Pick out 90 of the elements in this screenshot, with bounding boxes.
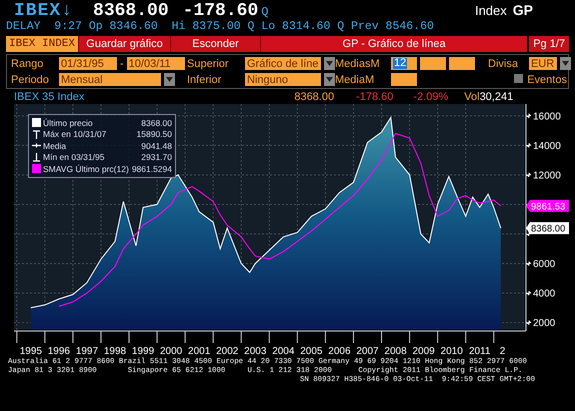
y-tick-label: 16000 xyxy=(533,111,562,122)
x-axis-label: 2001 xyxy=(188,346,210,356)
period-field[interactable]: Mensual xyxy=(59,73,161,86)
y-tick-label: 4000 xyxy=(533,288,556,300)
x-axis-label: 2010 xyxy=(440,346,463,356)
x-axis-label: 2005 xyxy=(300,346,322,356)
change-percent: -2.09% xyxy=(413,91,448,104)
page-button[interactable]: Pg 1/7 xyxy=(527,36,569,52)
x-axis-label: 2007 xyxy=(356,346,379,356)
average-field[interactable] xyxy=(391,73,417,86)
legend-value: 9861.5294 xyxy=(132,164,172,174)
field-label: Superior xyxy=(187,58,230,70)
average-field[interactable] xyxy=(420,57,446,70)
y-axis-label: 4000 xyxy=(526,288,556,300)
x-axis-label: 1999 xyxy=(132,346,154,356)
min-marker-icon xyxy=(32,152,41,162)
price-change: -178.60 xyxy=(182,1,258,21)
volume-value: 30,241 xyxy=(480,91,514,104)
dropdown-button[interactable] xyxy=(324,57,335,70)
direction-arrow: ↓ xyxy=(61,1,74,21)
max-marker-icon xyxy=(32,130,41,139)
caret-icon xyxy=(166,77,173,82)
value-tag: 9861.53 xyxy=(526,200,569,212)
field-label: Inferior xyxy=(187,74,222,86)
x-axis-label: 2003 xyxy=(244,346,266,356)
field-label: Divisa xyxy=(488,58,518,70)
toolbar-button[interactable]: Guardar gráfico xyxy=(78,36,170,52)
x-axis-label: 2004 xyxy=(272,346,294,356)
caret-icon xyxy=(562,61,569,66)
index-name: IBEX 35 Index xyxy=(14,91,84,104)
x-axis-label: 2008 xyxy=(384,346,407,356)
volume-label: Vol xyxy=(464,91,480,104)
toolbar-button[interactable]: Esconder xyxy=(170,36,260,52)
range-separator: - xyxy=(120,58,124,70)
x-axis-label: 2002 xyxy=(216,346,238,356)
legend-value: 2931.70 xyxy=(141,152,172,162)
field-label: Periodo xyxy=(11,74,50,86)
y-axis-label: 6000 xyxy=(526,259,556,270)
y-axis-label: 14000 xyxy=(526,140,561,152)
y-axis-label: 12000 xyxy=(526,170,561,182)
legend-label: SMAVG Último prc(12) xyxy=(43,164,129,174)
dropdown-button[interactable] xyxy=(164,73,175,86)
y-tick-label: 12000 xyxy=(533,170,562,182)
value-tag: 8368.00 xyxy=(526,222,569,235)
events-checkbox[interactable]: Eventos xyxy=(514,74,567,86)
chart-type-field[interactable]: Gráfico de líne xyxy=(245,57,321,70)
legend-label: Mín en 03/31/95 xyxy=(43,152,104,162)
x-axis-label: 2006 xyxy=(328,346,351,356)
x-axis-label: 2011 xyxy=(468,346,490,356)
y-axis-label: 2000 xyxy=(526,318,556,330)
last-value: 8368.00 xyxy=(294,91,334,104)
ticker-symbol: IBEX xyxy=(14,1,62,21)
field-label: MediasM xyxy=(335,58,381,70)
y-tick-label: 2000 xyxy=(533,318,556,330)
average-field[interactable] xyxy=(449,57,475,70)
average-field[interactable]: 12 xyxy=(391,57,417,70)
legend-label: Último precio xyxy=(43,118,93,128)
change-value: -178.60 xyxy=(356,91,394,104)
security-type: Index xyxy=(474,3,507,18)
x-axis-label: 2 xyxy=(500,346,506,356)
legend-label: Máx en 10/31/07 xyxy=(43,129,106,140)
last-price: 8368.00 xyxy=(93,1,169,21)
x-axis-label: 1995 xyxy=(20,346,42,356)
mean-marker-icon xyxy=(32,141,41,150)
date-field[interactable]: 10/03/11 xyxy=(126,57,185,70)
caret-icon xyxy=(326,77,333,82)
quote-details: DELAY 9:27 Op 8346.60 Hi 8375.00 Q Lo 8314.60 Q Prev 8546.60 xyxy=(5,20,435,35)
field-label: MediaM xyxy=(335,74,376,86)
legend-label: Media xyxy=(43,140,66,151)
lower-chart-field[interactable]: Ninguno xyxy=(245,73,321,86)
legend-value: 8368.00 xyxy=(141,118,172,128)
x-axis-label: 2000 xyxy=(160,346,182,356)
y-tick-label: 6000 xyxy=(533,259,556,270)
y-axis-label: 16000 xyxy=(526,111,561,122)
function-code: GP xyxy=(512,2,533,18)
x-axis-label: 2009 xyxy=(412,346,435,356)
legend-value: 9041.48 xyxy=(141,140,172,151)
dropdown-button[interactable] xyxy=(560,57,571,70)
source-code: Q xyxy=(261,5,268,19)
x-axis-label: 1996 xyxy=(48,346,70,356)
currency-field[interactable]: EUR xyxy=(528,57,557,70)
x-axis-label: 1998 xyxy=(104,346,126,356)
caret-icon xyxy=(326,61,333,66)
x-axis-label: 1997 xyxy=(76,346,98,356)
legend-value: 15890.50 xyxy=(136,129,172,140)
field-label: Rango xyxy=(11,58,44,70)
security-label: IBEX INDEX xyxy=(6,36,78,52)
y-tick-label: 14000 xyxy=(533,140,562,152)
dropdown-button[interactable] xyxy=(324,73,335,86)
date-field[interactable]: 01/31/95 xyxy=(59,57,117,70)
